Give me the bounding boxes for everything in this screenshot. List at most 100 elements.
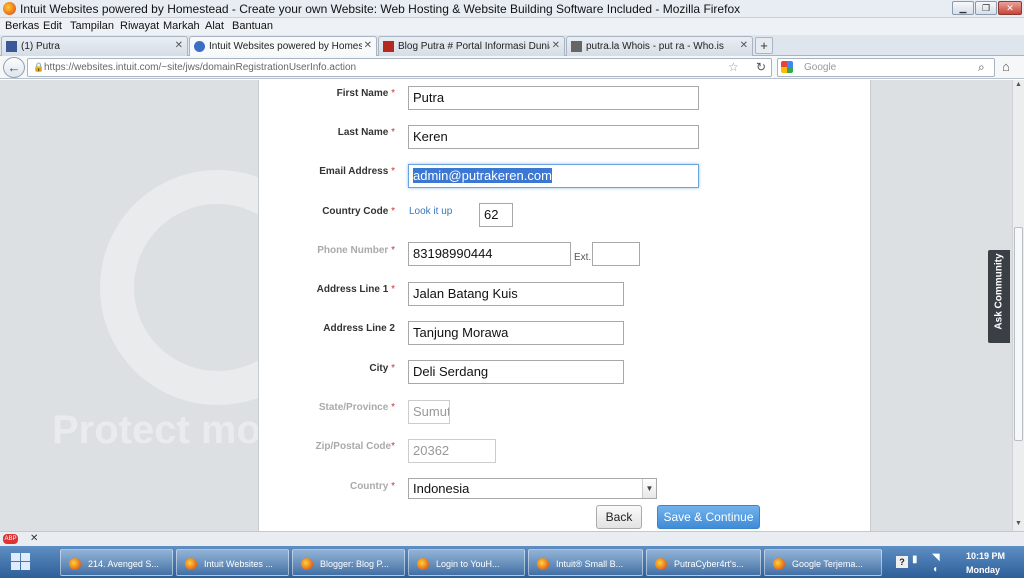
firefox-icon [417,558,429,570]
menu-riwayat[interactable]: Riwayat [120,20,159,32]
tab-whois[interactable]: putra.la Whois - put ra - Who.is ✕ [566,36,753,56]
menu-tampilan[interactable]: Tampilan [70,20,114,32]
tab-close-icon[interactable]: ✕ [552,40,560,51]
tab-label: (1) Putra [21,41,60,52]
taskbar-item[interactable]: Blogger: Blog P... [292,549,405,576]
page-content: Protect mo First Name * Putra Last Name … [0,80,1012,531]
country-value: Indonesia [413,481,470,496]
country-code-field[interactable]: 62 [479,203,513,227]
maximize-button[interactable]: ❐ [975,1,997,15]
last-name-field[interactable]: Keren [408,125,699,149]
taskbar-item[interactable]: Intuit Websites ... [176,549,289,576]
first-name-field[interactable]: Putra [408,86,699,110]
addon-bar: ABP ✕ [0,531,1024,546]
search-input[interactable]: Google ⌕ [777,58,995,77]
volume-icon[interactable]: ◖ [932,564,938,575]
tab-close-icon[interactable]: ✕ [175,40,183,51]
address-line-1-label: Address Line 1 * [316,284,395,295]
whois-icon [571,41,582,52]
tab-close-icon[interactable]: ✕ [740,40,748,51]
clock-day[interactable]: Monday [966,565,1000,575]
close-window-button[interactable]: ✕ [998,1,1022,15]
phone-number-field[interactable]: 83198990444 [408,242,571,266]
state-province-field[interactable]: Sumut [408,400,450,424]
window-title: Intuit Websites powered by Homestead - C… [20,2,741,16]
scroll-up-icon[interactable]: ▲ [1015,81,1022,88]
firefox-icon [655,558,667,570]
globe-icon [194,41,205,52]
taskbar-item[interactable]: Login to YouH... [408,549,525,576]
scrollbar-thumb[interactable] [1014,227,1023,441]
menu-edit[interactable]: Edit [43,20,62,32]
new-tab-button[interactable]: + [755,37,773,54]
network-icon[interactable]: ▮ [912,554,918,565]
back-form-button[interactable]: Back [596,505,642,529]
watermark-text: Protect mo [52,408,261,452]
firefox-icon [773,558,785,570]
last-name-label: Last Name * [337,127,395,138]
tab-blog-putra[interactable]: Blog Putra # Portal Informasi Dunia ... … [378,36,565,56]
close-addon-bar-icon[interactable]: ✕ [30,533,38,544]
email-field[interactable]: admin@putrakeren.com [408,164,699,188]
home-icon[interactable]: ⌂ [1002,59,1010,74]
address-line-1-field[interactable]: Jalan Batang Kuis [408,282,624,306]
vertical-scrollbar[interactable]: ▲ ▼ [1012,80,1024,531]
zip-postal-code-field[interactable]: 20362 [408,439,496,463]
menu-bantuan[interactable]: Bantuan [232,20,273,32]
blogger-icon [383,41,394,52]
menu-alat[interactable]: Alat [205,20,224,32]
back-button[interactable]: ← [3,57,25,78]
tab-bar: (1) Putra ✕ Intuit Websites powered by H… [0,35,1024,57]
country-select[interactable]: Indonesia ▼ [408,478,657,499]
firefox-icon [185,558,197,570]
address-line-2-field[interactable]: Tanjung Morawa [408,321,624,345]
email-value: admin@putrakeren.com [413,168,552,183]
firefox-icon [3,2,16,15]
taskbar-item[interactable]: 214. Avenged S... [60,549,173,576]
zip-postal-code-label: Zip/Postal Code* [315,441,395,452]
minimize-button[interactable]: ▁ [952,1,974,15]
google-icon [781,61,793,73]
address-bar[interactable]: 🔒 https://websites.intuit.com/~site/jws/… [27,58,772,77]
adblock-icon[interactable]: ABP [3,534,18,544]
ext-label: Ext. [574,252,592,263]
taskbar-item[interactable]: Google Terjema... [764,549,882,576]
firefox-icon [301,558,313,570]
look-it-up-link[interactable]: Look it up [409,206,452,217]
phone-number-label: Phone Number * [317,245,395,256]
lock-icon: 🔒 [33,62,45,72]
firefox-icon [537,558,549,570]
reload-icon[interactable]: ↻ [756,60,766,74]
state-province-label: State/Province * [318,402,395,413]
taskbar-item[interactable]: PutraCyber4rt's... [646,549,761,576]
save-and-continue-button[interactable]: Save & Continue [657,505,760,529]
country-code-label: Country Code * [322,206,395,217]
tab-close-icon[interactable]: ✕ [364,40,372,51]
search-placeholder: Google [804,62,837,73]
taskbar-item[interactable]: Intuit® Small B... [528,549,643,576]
menu-bar: Berkas Edit Tampilan Riwayat Markah Alat… [0,18,1024,35]
menu-markah[interactable]: Markah [163,20,200,32]
ext-field[interactable] [592,242,640,266]
search-icon[interactable]: ⌕ [978,60,985,75]
url-text: https://websites.intuit.com/~site/jws/do… [44,62,357,73]
city-field[interactable]: Deli Serdang [408,360,624,384]
tab-label: putra.la Whois - put ra - Who.is [586,41,724,52]
scroll-down-icon[interactable]: ▼ [1015,520,1022,527]
menu-berkas[interactable]: Berkas [5,20,39,32]
help-icon[interactable]: ? [896,556,908,568]
windows-logo-icon [11,553,31,571]
tab-facebook[interactable]: (1) Putra ✕ [1,36,188,56]
tab-intuit[interactable]: Intuit Websites powered by Homeste... ✕ [189,36,377,57]
clock-time[interactable]: 10:19 PM [966,551,1005,561]
address-line-2-label: Address Line 2 [323,323,395,334]
start-button[interactable] [2,548,40,576]
bookmark-star-icon[interactable]: ☆ [728,60,739,74]
navigation-bar: ← 🔒 https://websites.intuit.com/~site/jw… [0,56,1024,79]
system-tray: ? ▮ ◥ ◖ 10:19 PM Monday [892,548,1024,576]
ask-community-tab[interactable]: Ask Community [988,250,1010,343]
signal-icon[interactable]: ◥ [932,552,940,563]
ask-community-label: Ask Community [993,253,1005,330]
country-label: Country * [349,481,395,492]
chevron-down-icon[interactable]: ▼ [642,479,656,498]
